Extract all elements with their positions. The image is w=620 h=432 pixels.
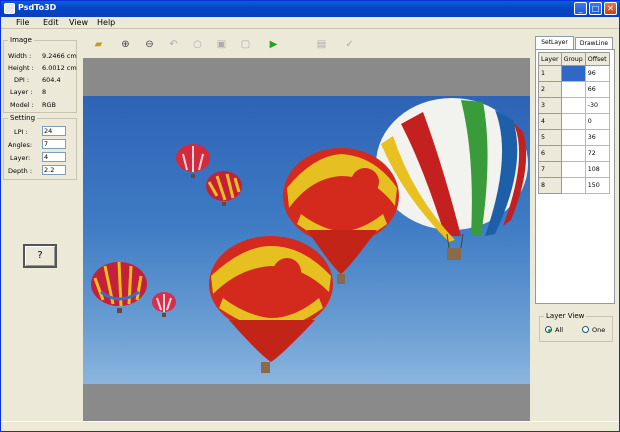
offset-cell[interactable]: 0 (584, 113, 610, 130)
offset-cell[interactable]: 108 (584, 161, 610, 178)
zoom-in-icon[interactable]: ⊕ (119, 38, 132, 51)
col-layer[interactable]: Layer (538, 52, 562, 66)
small-multicolor-balloon (91, 261, 147, 313)
status-bar (1, 421, 619, 431)
table-header-row: Layer Group Offset (538, 52, 610, 66)
window-title: PsdTo3D (18, 3, 57, 12)
open-folder-icon[interactable]: ▰ (92, 38, 105, 51)
red-yellow-balloon-bottom (209, 236, 333, 373)
lpi-input[interactable]: 24 (42, 126, 66, 136)
group-cell[interactable] (560, 129, 586, 146)
left-panel: Image Width : 9.2466 cm Height : 6.0012 … (3, 32, 78, 420)
small-pink-balloon (152, 292, 176, 317)
app-icon (4, 3, 15, 14)
angles-label: Angles: (8, 141, 33, 149)
title-bar[interactable]: PsdTo3D _ □ ✕ (1, 1, 619, 17)
width-value: 9.2466 cm (42, 52, 77, 60)
layer-view-label: Layer View (544, 312, 587, 320)
height-label: Height : (8, 64, 34, 72)
depth-input[interactable]: 2.2 (42, 165, 66, 175)
undo-icon[interactable]: ↶ (167, 38, 180, 51)
group-cell[interactable] (560, 97, 586, 114)
group-cell[interactable] (560, 65, 586, 82)
dpi-label: DPI : (14, 76, 30, 84)
tab-strip: SetLayer DrawLine (535, 36, 615, 49)
table-row[interactable]: 1 96 (538, 65, 610, 82)
depth-label: Depth : (8, 167, 33, 175)
table-row[interactable]: 7 108 (538, 161, 610, 178)
model-value: RGB (42, 101, 57, 109)
play-icon[interactable]: ▶ (267, 38, 280, 51)
offset-cell[interactable]: 36 (584, 129, 610, 146)
menu-file[interactable]: File (16, 18, 29, 27)
table-row[interactable]: 5 36 (538, 129, 610, 146)
image-group-label: Image (8, 36, 34, 44)
zoom-out-icon[interactable]: ⊖ (143, 38, 156, 51)
setting-group-label: Setting (8, 114, 38, 122)
layer-label: Layer : (10, 88, 33, 96)
width-label: Width : (8, 52, 32, 60)
check-icon[interactable]: ✓ (343, 38, 356, 51)
layer-view-group: Layer View All One (539, 312, 613, 342)
save-icon[interactable]: ▤ (315, 38, 328, 51)
group-cell[interactable] (560, 113, 586, 130)
group-cell[interactable] (560, 145, 586, 162)
all-radio[interactable] (545, 326, 552, 333)
offset-cell[interactable]: 72 (584, 145, 610, 162)
menu-bar: File Edit View Help (1, 17, 619, 29)
circle-icon[interactable]: ○ (191, 38, 204, 51)
col-group[interactable]: Group (560, 52, 586, 66)
white-balloon (376, 98, 528, 260)
menu-help[interactable]: Help (97, 18, 115, 27)
table-row[interactable]: 6 72 (538, 145, 610, 162)
close-button[interactable]: ✕ (604, 2, 617, 15)
minimize-button[interactable]: _ (574, 2, 587, 15)
table-row[interactable]: 2 66 (538, 81, 610, 98)
frame2-icon[interactable]: ▢ (239, 38, 252, 51)
small-striped-balloon (206, 171, 242, 206)
offset-cell[interactable]: 150 (584, 177, 610, 194)
menu-edit[interactable]: Edit (43, 18, 59, 27)
image-group: Image Width : 9.2466 cm Height : 6.0012 … (3, 36, 77, 113)
menu-view[interactable]: View (69, 18, 88, 27)
offset-cell[interactable]: 66 (584, 81, 610, 98)
one-radio-label[interactable]: One (592, 326, 605, 334)
dpi-value: 604.4 (42, 76, 61, 84)
col-offset[interactable]: Offset (584, 52, 610, 66)
table-row[interactable]: 3 -30 (538, 97, 610, 114)
all-radio-label[interactable]: All (555, 326, 563, 334)
balloon-photo (83, 96, 530, 384)
app-window: PsdTo3D _ □ ✕ File Edit View Help Image … (0, 0, 620, 432)
layer-grid: Layer Group Offset 1 96 2 66 3 -30 40 5 36 6… (535, 49, 615, 304)
table-row[interactable]: 40 (538, 113, 610, 130)
group-cell[interactable] (560, 177, 586, 194)
layer-table: Layer Group Offset 1 96 2 66 3 -30 40 5 36 6… (538, 52, 610, 194)
setting-layer-label: Layer: (10, 154, 31, 162)
layer-input[interactable]: 4 (42, 152, 66, 162)
tab-setlayer[interactable]: SetLayer (535, 36, 574, 49)
angles-input[interactable]: 7 (42, 139, 66, 149)
offset-cell[interactable]: 96 (584, 65, 610, 82)
right-panel: SetLayer DrawLine Layer Group Offset 1 96… (533, 33, 618, 421)
table-row[interactable]: 8 150 (538, 177, 610, 194)
help-button[interactable]: ? (23, 244, 57, 268)
model-label: Model : (10, 101, 34, 109)
balloons-illustration (91, 98, 528, 373)
height-value: 6.0012 cm (42, 64, 77, 72)
small-red-balloon (176, 144, 210, 178)
group-cell[interactable] (560, 81, 586, 98)
maximize-button[interactable]: □ (589, 2, 602, 15)
group-cell[interactable] (560, 161, 586, 178)
layer-value: 8 (42, 88, 47, 96)
frame-icon[interactable]: ▣ (215, 38, 228, 51)
tab-drawline[interactable]: DrawLine (575, 37, 613, 49)
lpi-label: LPI : (14, 128, 28, 136)
one-radio[interactable] (582, 326, 589, 333)
offset-cell[interactable]: -30 (584, 97, 610, 114)
setting-group: Setting LPI : 24 Angles: 7 Layer: 4 Dept… (3, 114, 77, 180)
toolbar: ▰ ⊕ ⊖ ↶ ○ ▣ ▢ ▶ ▤ ✓ (83, 33, 530, 55)
